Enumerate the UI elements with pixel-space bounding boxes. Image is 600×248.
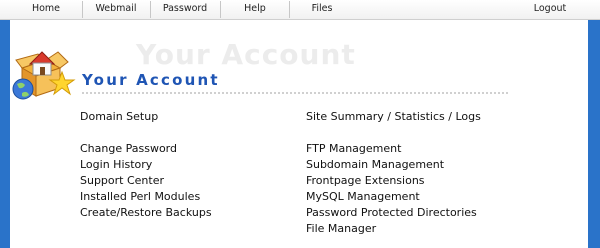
ftp-management-link[interactable]: FTP Management <box>306 142 401 155</box>
house-box-globe-star-icon <box>12 40 76 104</box>
file-manager-link[interactable]: File Manager <box>306 222 376 235</box>
nav-separator <box>289 1 290 18</box>
page-title: Your Account <box>82 71 220 89</box>
domain-setup-link[interactable]: Domain Setup <box>80 110 158 123</box>
nav-home-link[interactable]: Home <box>18 0 74 19</box>
title-divider <box>82 92 508 94</box>
frontpage-extensions-link[interactable]: Frontpage Extensions <box>306 174 425 187</box>
nav-help-link[interactable]: Help <box>222 0 288 19</box>
nav-separator <box>220 1 221 18</box>
subdomain-management-link[interactable]: Subdomain Management <box>306 158 444 171</box>
nav-logout-link[interactable]: Logout <box>522 0 578 19</box>
nav-separator <box>82 1 83 18</box>
password-protected-directories-link[interactable]: Password Protected Directories <box>306 206 477 219</box>
nav-password-link[interactable]: Password <box>152 0 218 19</box>
installed-perl-modules-link[interactable]: Installed Perl Modules <box>80 190 200 203</box>
nav-files-link[interactable]: Files <box>291 0 353 19</box>
support-center-link[interactable]: Support Center <box>80 174 164 187</box>
header-watermark: Your Account <box>136 38 356 71</box>
nav-webmail-link[interactable]: Webmail <box>84 0 148 19</box>
create-restore-backups-link[interactable]: Create/Restore Backups <box>80 206 212 219</box>
top-navigation-bar: Home Webmail Password Help Files Logout <box>0 0 600 20</box>
login-history-link[interactable]: Login History <box>80 158 152 171</box>
change-password-link[interactable]: Change Password <box>80 142 177 155</box>
nav-separator <box>150 1 151 18</box>
mysql-management-link[interactable]: MySQL Management <box>306 190 420 203</box>
site-summary-link[interactable]: Site Summary / Statistics / Logs <box>306 110 481 123</box>
